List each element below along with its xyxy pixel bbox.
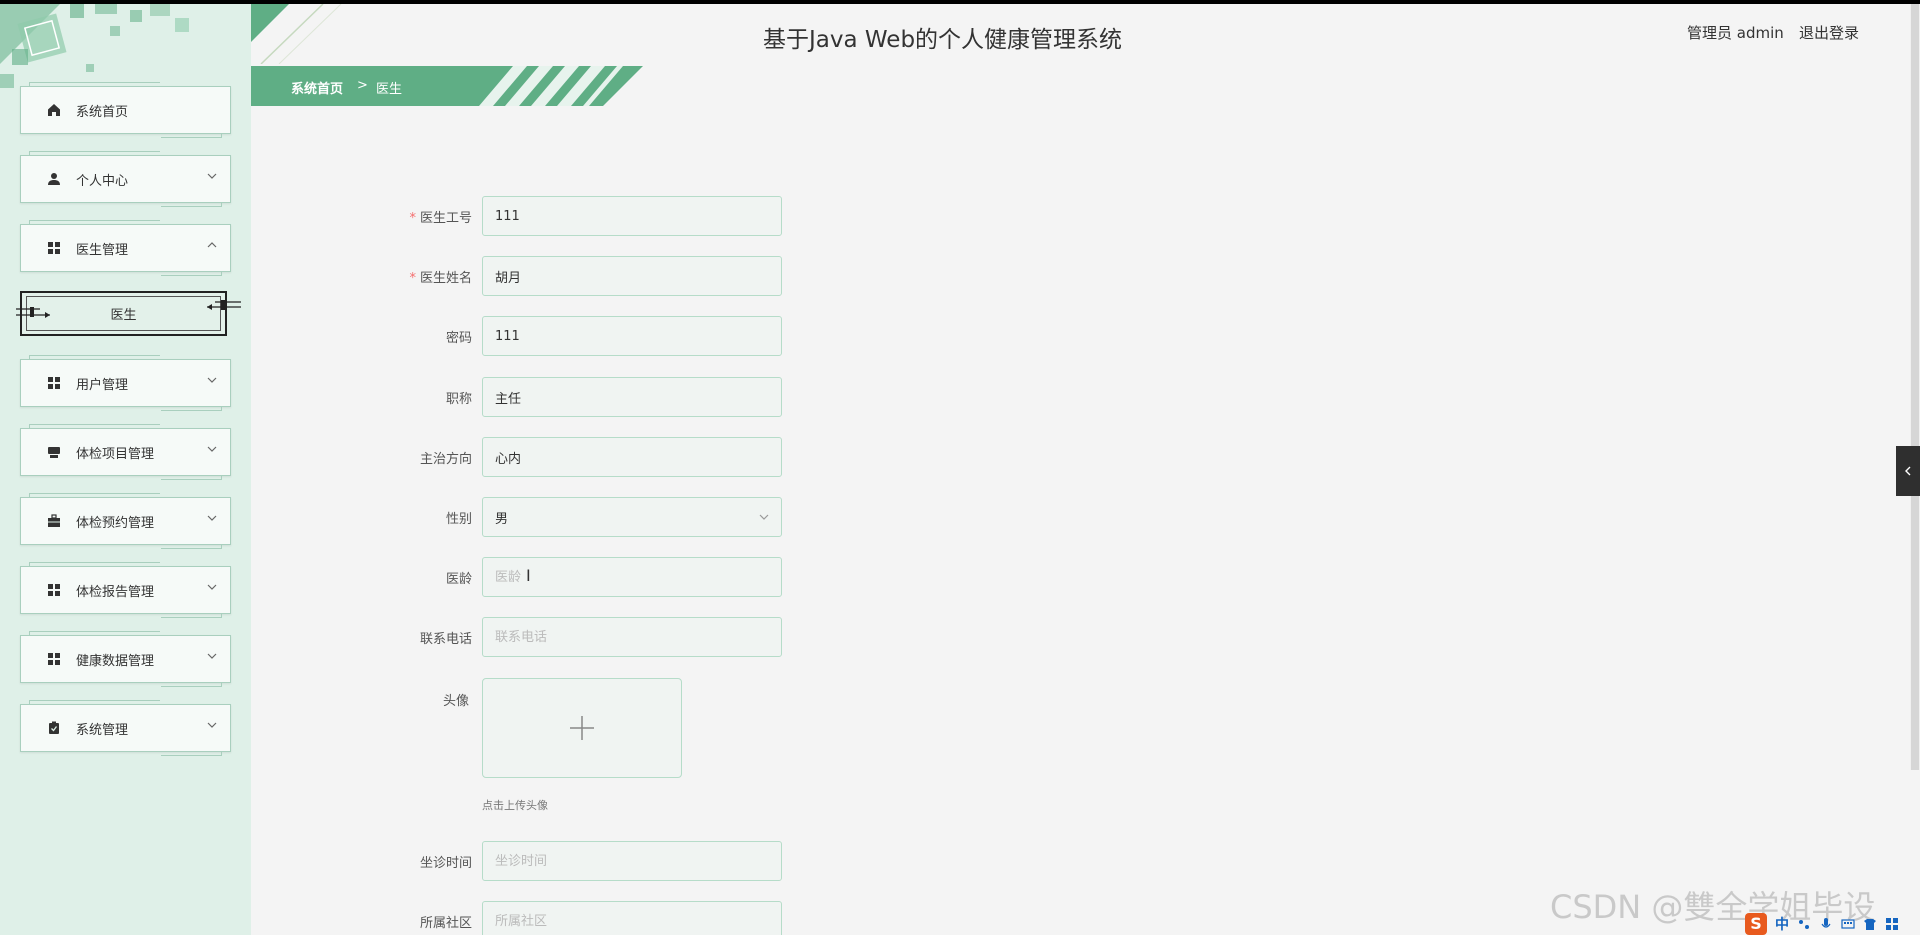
chevron-down-icon [207, 515, 217, 521]
clipboard-icon [47, 721, 61, 735]
clinic-time-label: 坐诊时间 [419, 856, 472, 871]
sidebar-item-home[interactable]: 系统首页 [20, 82, 231, 138]
chevron-down-icon [207, 722, 217, 728]
sidebar-item-label: 体检报告管理 [76, 585, 155, 600]
form-row-specialty: 主治方向 [330, 437, 790, 477]
sidebar-item-label: 系统管理 [76, 723, 129, 738]
header-decoration [251, 4, 342, 64]
plus-icon [570, 716, 594, 740]
title-label: 职称 [445, 392, 472, 407]
sidebar-item-personal-center[interactable]: 个人中心 [20, 151, 231, 207]
doctor-name-label: * 医生姓名 [409, 271, 472, 286]
sidebar-item-exam-booking[interactable]: 体检预约管理 [20, 493, 231, 549]
sidebar-item-exam-project[interactable]: 体检项目管理 [20, 424, 231, 480]
breadcrumb-separator: > [357, 78, 368, 93]
toolbox-icon[interactable] [1885, 917, 1899, 931]
form-row-title: 职称 [330, 377, 790, 417]
microphone-icon[interactable] [1819, 917, 1833, 931]
app-title: 基于Java Web的个人健康管理系统 [763, 27, 1123, 53]
top-header: 基于Java Web的个人健康管理系统 管理员 admin 退出登录 [251, 4, 1920, 64]
sidebar-item-label: 个人中心 [76, 174, 129, 189]
phone-input[interactable] [482, 617, 782, 657]
password-input[interactable] [482, 316, 782, 356]
chevron-down-icon [207, 173, 217, 179]
grid-icon [47, 652, 61, 666]
home-icon [47, 103, 61, 117]
specialty-input[interactable] [482, 437, 782, 477]
form-row-gender: 性别 [330, 497, 790, 537]
form-row-doctor-id: * 医生工号 [330, 196, 790, 236]
sidebar-decoration [0, 4, 189, 88]
required-mark: * [409, 271, 416, 286]
community-input[interactable] [482, 901, 782, 935]
ime-toolbar: S 中 [1745, 912, 1920, 935]
required-mark: * [409, 211, 416, 226]
doctor-name-input[interactable] [482, 256, 782, 296]
form-row-doctor-name: * 医生姓名 [330, 256, 790, 296]
chevron-down-icon [207, 653, 217, 659]
sidebar-item-doctor-management[interactable]: 医生管理 [20, 220, 231, 276]
chevron-down-icon [207, 377, 217, 383]
person-icon [47, 172, 61, 186]
chevron-up-icon [207, 242, 217, 248]
grid-icon [47, 241, 61, 255]
form-row-seniority: 医龄 I [330, 557, 790, 597]
chevron-down-icon [207, 446, 217, 452]
sidebar-item-exam-report[interactable]: 体检报告管理 [20, 562, 231, 618]
form-row-password: 密码 [330, 316, 790, 356]
form-row-community: 所属社区 [330, 901, 790, 935]
avatar-label: 头像 [443, 694, 470, 709]
avatar-upload-tip: 点击上传头像 [482, 799, 548, 812]
doctor-id-label: * 医生工号 [409, 211, 472, 226]
clinic-time-input[interactable] [482, 841, 782, 881]
scrollbar-thumb[interactable] [1911, 4, 1919, 770]
title-input[interactable] [482, 377, 782, 417]
breadcrumb-home[interactable]: 系统首页 [291, 78, 343, 97]
arrow-left-icon [207, 300, 241, 310]
chevron-down-icon [207, 584, 217, 590]
sidebar: 系统首页 个人中心 医生管理 医生 用户管理 体检项目管理 体检预约管理 体检报… [0, 4, 251, 935]
text-cursor-icon: I [526, 566, 531, 585]
specialty-label: 主治方向 [419, 452, 472, 467]
breadcrumb: 系统首页 > 医生 [251, 66, 643, 106]
form-row-clinic-time: 坐诊时间 [330, 841, 790, 881]
arrow-right-icon [16, 307, 50, 318]
breadcrumb-current: 医生 [376, 82, 403, 97]
sidebar-subitem-doctor[interactable]: 医生 [16, 291, 241, 336]
grid-icon [47, 583, 61, 597]
store-icon [47, 445, 61, 459]
doctor-id-input[interactable] [482, 196, 782, 236]
chevron-left-icon [1905, 466, 1911, 476]
sidebar-subitem-label: 医生 [110, 308, 137, 323]
phone-label: 联系电话 [419, 632, 472, 647]
sidebar-item-label: 健康数据管理 [76, 654, 155, 669]
gender-label: 性别 [445, 512, 472, 527]
sidebar-item-health-data[interactable]: 健康数据管理 [20, 631, 231, 687]
current-user: 管理员 admin [1687, 24, 1784, 42]
sidebar-item-label: 系统首页 [76, 105, 129, 120]
chevron-down-icon [759, 514, 769, 520]
sidebar-item-system-management[interactable]: 系统管理 [20, 700, 231, 756]
avatar-upload-button[interactable] [482, 678, 682, 778]
punctuation-icon[interactable] [1797, 917, 1811, 931]
seniority-label: 医龄 [445, 572, 472, 587]
sidebar-item-label: 用户管理 [76, 378, 129, 393]
sidebar-item-user-management[interactable]: 用户管理 [20, 355, 231, 411]
sidebar-item-label: 体检预约管理 [76, 516, 155, 531]
keyboard-icon[interactable] [1841, 917, 1855, 931]
ime-language-toggle[interactable]: 中 [1775, 914, 1789, 934]
password-label: 密码 [445, 331, 472, 346]
sidebar-item-label: 体检项目管理 [76, 447, 155, 462]
sidebar-item-label: 医生管理 [76, 243, 129, 258]
gender-select[interactable] [482, 497, 782, 537]
briefcase-icon [47, 514, 61, 528]
skin-icon[interactable] [1863, 917, 1877, 931]
community-label: 所属社区 [419, 916, 472, 931]
logout-link[interactable]: 退出登录 [1799, 22, 1859, 43]
ime-logo-icon[interactable]: S [1745, 912, 1767, 935]
form-row-phone: 联系电话 [330, 617, 790, 657]
grid-icon [47, 376, 61, 390]
panel-toggle-button[interactable] [1896, 446, 1920, 496]
